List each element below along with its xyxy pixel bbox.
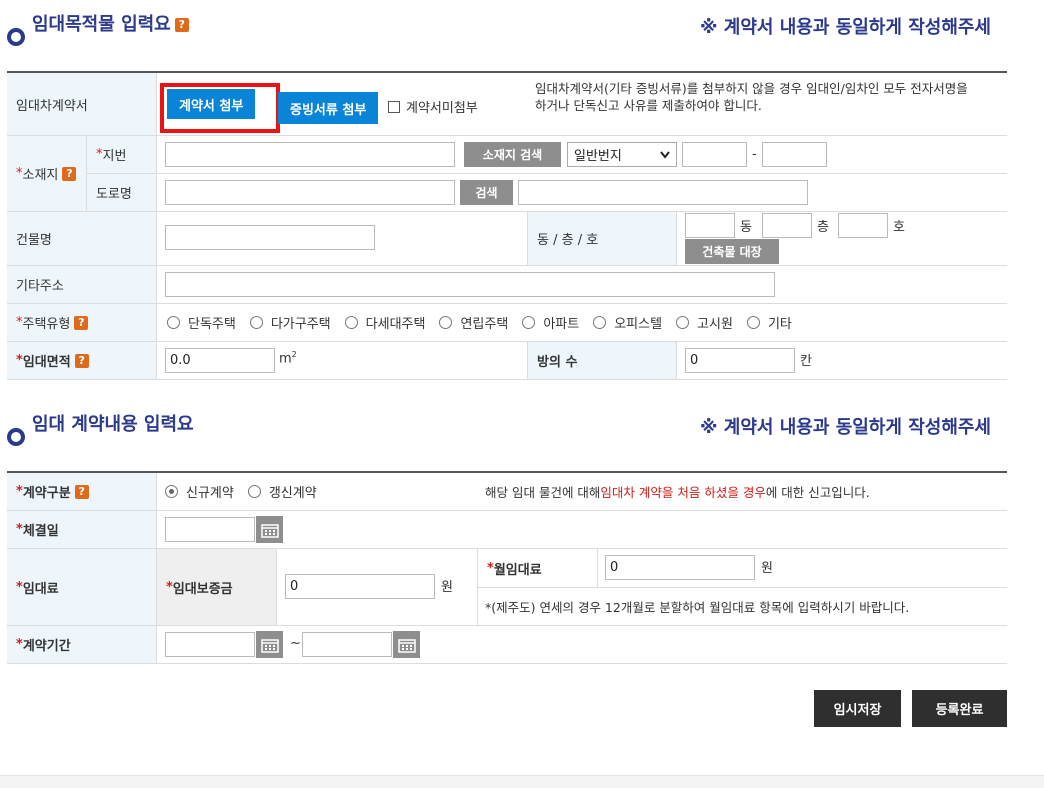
radio-housing-row-house[interactable]: 연립주택 — [439, 313, 508, 332]
ho-input[interactable] — [838, 213, 888, 238]
period-separator: ~ — [290, 636, 301, 651]
lot-address-input[interactable] — [165, 142, 455, 167]
contract-type-options: 신규계약 갱신계약 — [165, 473, 465, 510]
rooms-unit: 칸 — [800, 354, 812, 369]
area-input[interactable] — [165, 348, 275, 373]
label-deposit: * 임대보증금 — [157, 549, 277, 625]
radio-housing-multi-family[interactable]: 다세대주택 — [344, 313, 425, 332]
section-title-contract: 임대 계약내용 입력요 — [32, 414, 194, 435]
period-start-input[interactable] — [165, 632, 255, 657]
sub-lot-number-input[interactable] — [762, 142, 827, 167]
building-registry-button[interactable]: 건축물 대장 — [685, 239, 779, 264]
section-notice: ※ 계약서 내용과 동일하게 작성해주세 — [700, 417, 991, 438]
radio-housing-detached[interactable]: 단독주택 — [167, 313, 236, 332]
row-housing-type: * 주택유형? 단독주택 다가구주택 다세대주택 연립주택 아파트 오피스텔 고시… — [7, 304, 1007, 342]
contract-form-table: * 계약구분? 신규계약 갱신계약 해당 임대 물건에 대해 임대차 계약을 처음… — [7, 471, 1007, 664]
page-footer — [0, 775, 1044, 788]
no-attach-checkbox[interactable] — [388, 100, 400, 113]
section-bullet-icon — [7, 28, 25, 46]
label-rent: * 임대료 — [7, 549, 157, 625]
label-signing-date: * 체결일 — [7, 511, 157, 548]
deposit-input[interactable] — [285, 574, 435, 599]
label-contract-doc: 임대차계약서 — [7, 73, 157, 135]
contract-doc-field: 계약서 첨부 증빙서류 첨부 계약서미첨부 임대차계약서(기타 증빙서류)를 첨… — [157, 73, 1007, 135]
section-bullet-icon — [7, 428, 25, 446]
ho-unit: 호 — [893, 220, 905, 235]
monthly-rent-unit: 원 — [761, 561, 773, 576]
location-search-button[interactable]: 소재지 검색 — [464, 142, 561, 167]
register-complete-button[interactable]: 등록완료 — [912, 690, 1007, 727]
radio-housing-multi-household[interactable]: 다가구주택 — [249, 313, 331, 332]
section-title-property: 임대목적물 입력요? — [32, 13, 197, 36]
road-detail-input[interactable] — [518, 180, 808, 205]
property-form-table: 임대차계약서 계약서 첨부 증빙서류 첨부 계약서미첨부 임대차계약서(기타 증… — [7, 71, 1007, 380]
section-header-property: 임대목적물 입력요? ※ 계약서 내용과 동일하게 작성해주세 — [7, 13, 1007, 63]
contract-type-description: 해당 임대 물건에 대해 임대차 계약을 처음 하셨을 경우 에 대한 신고입니다… — [485, 485, 870, 500]
housing-type-options: 단독주택 다가구주택 다세대주택 연립주택 아파트 오피스텔 고시원 기타 — [167, 304, 1007, 341]
dong-input[interactable] — [685, 213, 735, 238]
label-area: * 임대면적? — [7, 342, 157, 379]
radio-housing-apartment[interactable]: 아파트 — [522, 313, 579, 332]
row-contract-type: * 계약구분? 신규계약 갱신계약 해당 임대 물건에 대해 임대차 계약을 처음… — [7, 473, 1007, 511]
help-icon[interactable]: ? — [62, 166, 77, 181]
radio-housing-gosiwon[interactable]: 고시원 — [676, 313, 733, 332]
road-address-input[interactable] — [165, 180, 455, 205]
help-icon[interactable]: ? — [174, 18, 189, 32]
monthly-rent-input[interactable] — [605, 555, 755, 580]
label-contract-type: * 계약구분? — [7, 473, 157, 510]
radio-renewal-contract[interactable]: 갱신계약 — [247, 482, 317, 501]
section-notice: ※ 계약서 내용과 동일하게 작성해주세 — [700, 17, 991, 38]
lot-type-select[interactable]: 일반번지 — [567, 142, 677, 167]
no-attach-label: 계약서미첨부 — [406, 101, 478, 116]
label-location: * 소재지? — [7, 136, 87, 211]
row-contract-doc: 임대차계약서 계약서 첨부 증빙서류 첨부 계약서미첨부 임대차계약서(기타 증… — [7, 73, 1007, 136]
label-building: 건물명 — [7, 212, 157, 265]
row-signing-date: * 체결일 — [7, 511, 1007, 549]
deposit-unit: 원 — [441, 580, 453, 595]
main-lot-number-input[interactable] — [682, 142, 747, 167]
label-housing-type: * 주택유형? — [7, 304, 157, 341]
floor-unit: 층 — [817, 220, 829, 235]
building-name-input[interactable] — [165, 225, 375, 250]
period-end-input[interactable] — [302, 632, 392, 657]
radio-new-contract[interactable]: 신규계약 — [165, 482, 234, 501]
radio-housing-officetel[interactable]: 오피스텔 — [593, 313, 662, 332]
label-road: 도로명 — [87, 174, 157, 211]
label-rooms: 방의 수 — [527, 342, 677, 379]
calendar-icon[interactable] — [256, 631, 283, 658]
row-location: * 소재지? * 지번 도로명 소재지 검색 일반번지 - 검색 — [7, 136, 1007, 212]
other-address-input[interactable] — [165, 272, 775, 297]
label-contract-period: * 계약기간 — [7, 626, 157, 663]
floor-input[interactable] — [762, 213, 812, 238]
help-icon[interactable]: ? — [74, 484, 89, 499]
road-search-button[interactable]: 검색 — [460, 180, 513, 205]
row-building: 건물명 동 / 층 / 호 동 층 호 건축물 대장 — [7, 212, 1007, 266]
row-rent: *임대료 *임대보증금 원 *월임대료 원 *(제주도) 연세의 경우 12개월… — [7, 549, 1007, 626]
radio-housing-other[interactable]: 기타 — [746, 313, 792, 332]
row-contract-period: * 계약기간 ~ — [7, 626, 1007, 664]
row-area: *임대면적? m2 방의 수 칸 — [7, 342, 1007, 380]
row-other-address: 기타주소 — [7, 266, 1007, 304]
jeju-note: *(제주도) 연세의 경우 12개월로 분할하여 월임대료 항목에 입력하시기 … — [485, 600, 910, 615]
help-icon[interactable]: ? — [74, 315, 89, 330]
dong-unit: 동 — [740, 220, 752, 235]
section-header-contract: 임대 계약내용 입력요 ※ 계약서 내용과 동일하게 작성해주세 — [7, 413, 1007, 463]
lot-dash: - — [752, 147, 757, 162]
attach-evidence-button[interactable]: 증빙서류 첨부 — [278, 92, 379, 124]
label-other-address: 기타주소 — [7, 266, 157, 303]
chevron-down-icon — [660, 150, 670, 159]
area-unit: m2 — [279, 350, 297, 367]
calendar-icon[interactable] — [393, 631, 420, 658]
temp-save-button[interactable]: 임시저장 — [814, 690, 901, 727]
calendar-icon[interactable] — [256, 516, 283, 543]
signing-date-input[interactable] — [165, 517, 255, 542]
label-lot: * 지번 — [87, 136, 157, 173]
help-icon[interactable]: ? — [74, 353, 89, 368]
label-monthly-rent: * 월임대료 — [478, 549, 598, 587]
no-attach-option[interactable]: 계약서미첨부 — [388, 97, 478, 116]
rooms-input[interactable] — [685, 348, 795, 373]
contract-doc-info: 임대차계약서(기타 증빙서류)를 첨부하지 않을 경우 임대인/임차인 모두 전… — [535, 81, 968, 113]
label-dong-floor-ho: 동 / 층 / 호 — [527, 212, 677, 265]
highlight-box — [160, 83, 280, 133]
